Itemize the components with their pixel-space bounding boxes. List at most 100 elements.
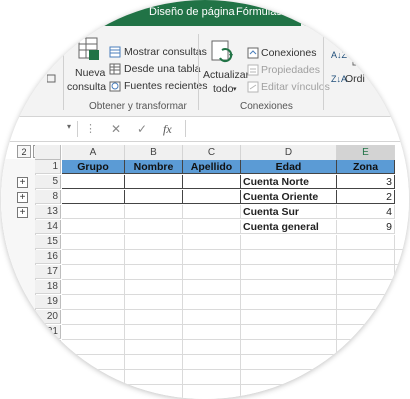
editar-vinculos-button: Editar vínculos — [261, 81, 330, 93]
table-cell[interactable]: 3 — [337, 175, 395, 189]
header-cell-grupo[interactable]: Grupo — [62, 160, 125, 174]
formula-input[interactable] — [185, 120, 409, 137]
desde-tabla-button[interactable]: Desde una tabla — [124, 63, 200, 75]
partial-left-icon-2[interactable] — [46, 74, 57, 84]
header-cell-apellido[interactable]: Apellido — [183, 160, 241, 174]
refresh-all-icon[interactable] — [209, 38, 235, 64]
grid-line — [336, 235, 337, 399]
row-header[interactable]: 17 — [35, 265, 61, 279]
table-cell[interactable] — [62, 220, 125, 234]
table-icon[interactable] — [109, 63, 121, 75]
row-header[interactable]: 25 — [35, 385, 61, 399]
table-cell[interactable]: Cuenta Norte — [241, 175, 337, 189]
outline-level-2-button[interactable]: 2 — [17, 145, 31, 158]
confirm-icon[interactable]: ✓ — [137, 122, 147, 136]
row-header[interactable]: 16 — [35, 250, 61, 264]
row-header[interactable]: 23 — [35, 355, 61, 369]
nueva-consulta-label-2[interactable]: consulta — [67, 81, 106, 93]
sort-dialog-icon[interactable]: AZ — [352, 52, 366, 66]
table-cell[interactable]: Cuenta Oriente — [241, 190, 337, 204]
table-cell[interactable] — [125, 175, 183, 189]
ribbon-separator — [323, 34, 324, 110]
table-cell[interactable] — [183, 175, 241, 189]
table-cell[interactable]: Cuenta general — [241, 220, 337, 234]
table-cell[interactable] — [62, 190, 125, 204]
column-header-c[interactable]: C — [183, 145, 241, 161]
svg-text:AZ: AZ — [355, 55, 365, 64]
name-box[interactable]: ▾ — [1, 121, 78, 137]
edit-links-icon — [247, 81, 259, 93]
tab-datos[interactable]: Datos — [301, 3, 342, 26]
chevron-down-icon[interactable]: ▾ — [67, 122, 71, 131]
table-cell[interactable] — [183, 205, 241, 219]
chevron-down-icon[interactable]: ▾ — [233, 85, 237, 93]
row-header[interactable]: 20 — [35, 310, 61, 324]
row-header[interactable]: 21 — [35, 325, 61, 339]
table-cell[interactable] — [125, 205, 183, 219]
properties-icon — [247, 64, 259, 76]
table-cell[interactable] — [125, 190, 183, 204]
table-cell[interactable] — [62, 205, 125, 219]
ribbon: Nueva consulta ▾ Mostrar consultas Desde… — [1, 26, 409, 117]
tab-diseno-pagina[interactable]: Diseño de página — [149, 6, 235, 18]
sort-az-icon[interactable]: A↓Z — [331, 50, 347, 60]
column-header-d[interactable]: D — [241, 145, 337, 161]
partial-left-icon[interactable] — [46, 50, 57, 59]
column-header-a[interactable]: A — [62, 145, 125, 161]
grid-line — [124, 235, 125, 399]
formula-bar: ▾ ⋮ ✕ ✓ fx — [1, 117, 409, 142]
table-cell[interactable]: 9 — [337, 220, 395, 234]
table-cell[interactable] — [62, 175, 125, 189]
expand-group-button[interactable]: + — [17, 207, 28, 218]
table-cell[interactable]: Cuenta Sur — [241, 205, 337, 219]
ordenar-button[interactable]: Ordi — [345, 73, 365, 85]
row-header[interactable]: 14 — [35, 220, 61, 234]
tab-formulas[interactable]: Fórmulas — [236, 6, 282, 18]
ribbon-tab-bar: Insertar Diseño de página Fórmulas Datos — [1, 0, 409, 26]
row-header[interactable]: 18 — [35, 280, 61, 294]
nueva-consulta-label-1[interactable]: Nueva — [75, 67, 105, 79]
circular-crop: Insertar Diseño de página Fórmulas Datos… — [1, 0, 409, 399]
formula-bar-grip-icon: ⋮ — [85, 123, 96, 135]
expand-group-button[interactable]: + — [17, 192, 28, 203]
table-cell[interactable] — [183, 190, 241, 204]
cancel-icon[interactable]: ✕ — [111, 122, 121, 136]
header-cell-edad[interactable]: Edad — [241, 160, 337, 174]
row-header[interactable]: 8 — [35, 190, 61, 204]
propiedades-button: Propiedades — [261, 64, 320, 76]
row-header[interactable]: 15 — [35, 235, 61, 249]
ribbon-separator — [198, 34, 199, 110]
actualizar-label-1[interactable]: Actualizar — [203, 69, 249, 81]
row-header[interactable]: 1 — [35, 160, 61, 174]
mostrar-consultas-icon[interactable] — [109, 46, 121, 58]
fuentes-recientes-button[interactable]: Fuentes recientes — [124, 80, 207, 92]
grid-line — [182, 235, 183, 399]
header-cell-nombre[interactable]: Nombre — [125, 160, 183, 174]
actualizar-label-2[interactable]: todo — [213, 83, 233, 95]
recent-sources-icon[interactable] — [109, 80, 121, 92]
row-header[interactable]: 24 — [35, 370, 61, 384]
table-cell[interactable] — [183, 220, 241, 234]
conexiones-button[interactable]: Conexiones — [261, 47, 316, 59]
tab-insertar[interactable]: Insertar — [85, 6, 122, 18]
table-cell[interactable]: 4 — [337, 205, 395, 219]
insert-function-icon[interactable]: fx — [163, 122, 172, 137]
column-header-b[interactable]: B — [125, 145, 183, 161]
table-cell[interactable]: 2 — [337, 190, 395, 204]
nueva-consulta-icon[interactable] — [77, 36, 101, 62]
group-label-obtener: Obtener y transformar — [89, 101, 187, 112]
group-label-conexiones: Conexiones — [240, 101, 293, 112]
empty-grid — [62, 235, 409, 399]
header-cell-zona[interactable]: Zona — [337, 160, 395, 174]
mostrar-consultas-button[interactable]: Mostrar consultas — [124, 46, 207, 58]
row-header[interactable]: 19 — [35, 295, 61, 309]
grid-line — [240, 235, 241, 399]
connections-icon[interactable] — [247, 47, 259, 59]
table-cell[interactable] — [125, 220, 183, 234]
select-all-corner[interactable] — [35, 145, 61, 160]
row-header[interactable]: 13 — [35, 205, 61, 219]
row-header[interactable]: 5 — [35, 175, 61, 189]
row-header[interactable]: 22 — [35, 340, 61, 354]
expand-group-button[interactable]: + — [17, 177, 28, 188]
ribbon-separator — [63, 34, 64, 110]
